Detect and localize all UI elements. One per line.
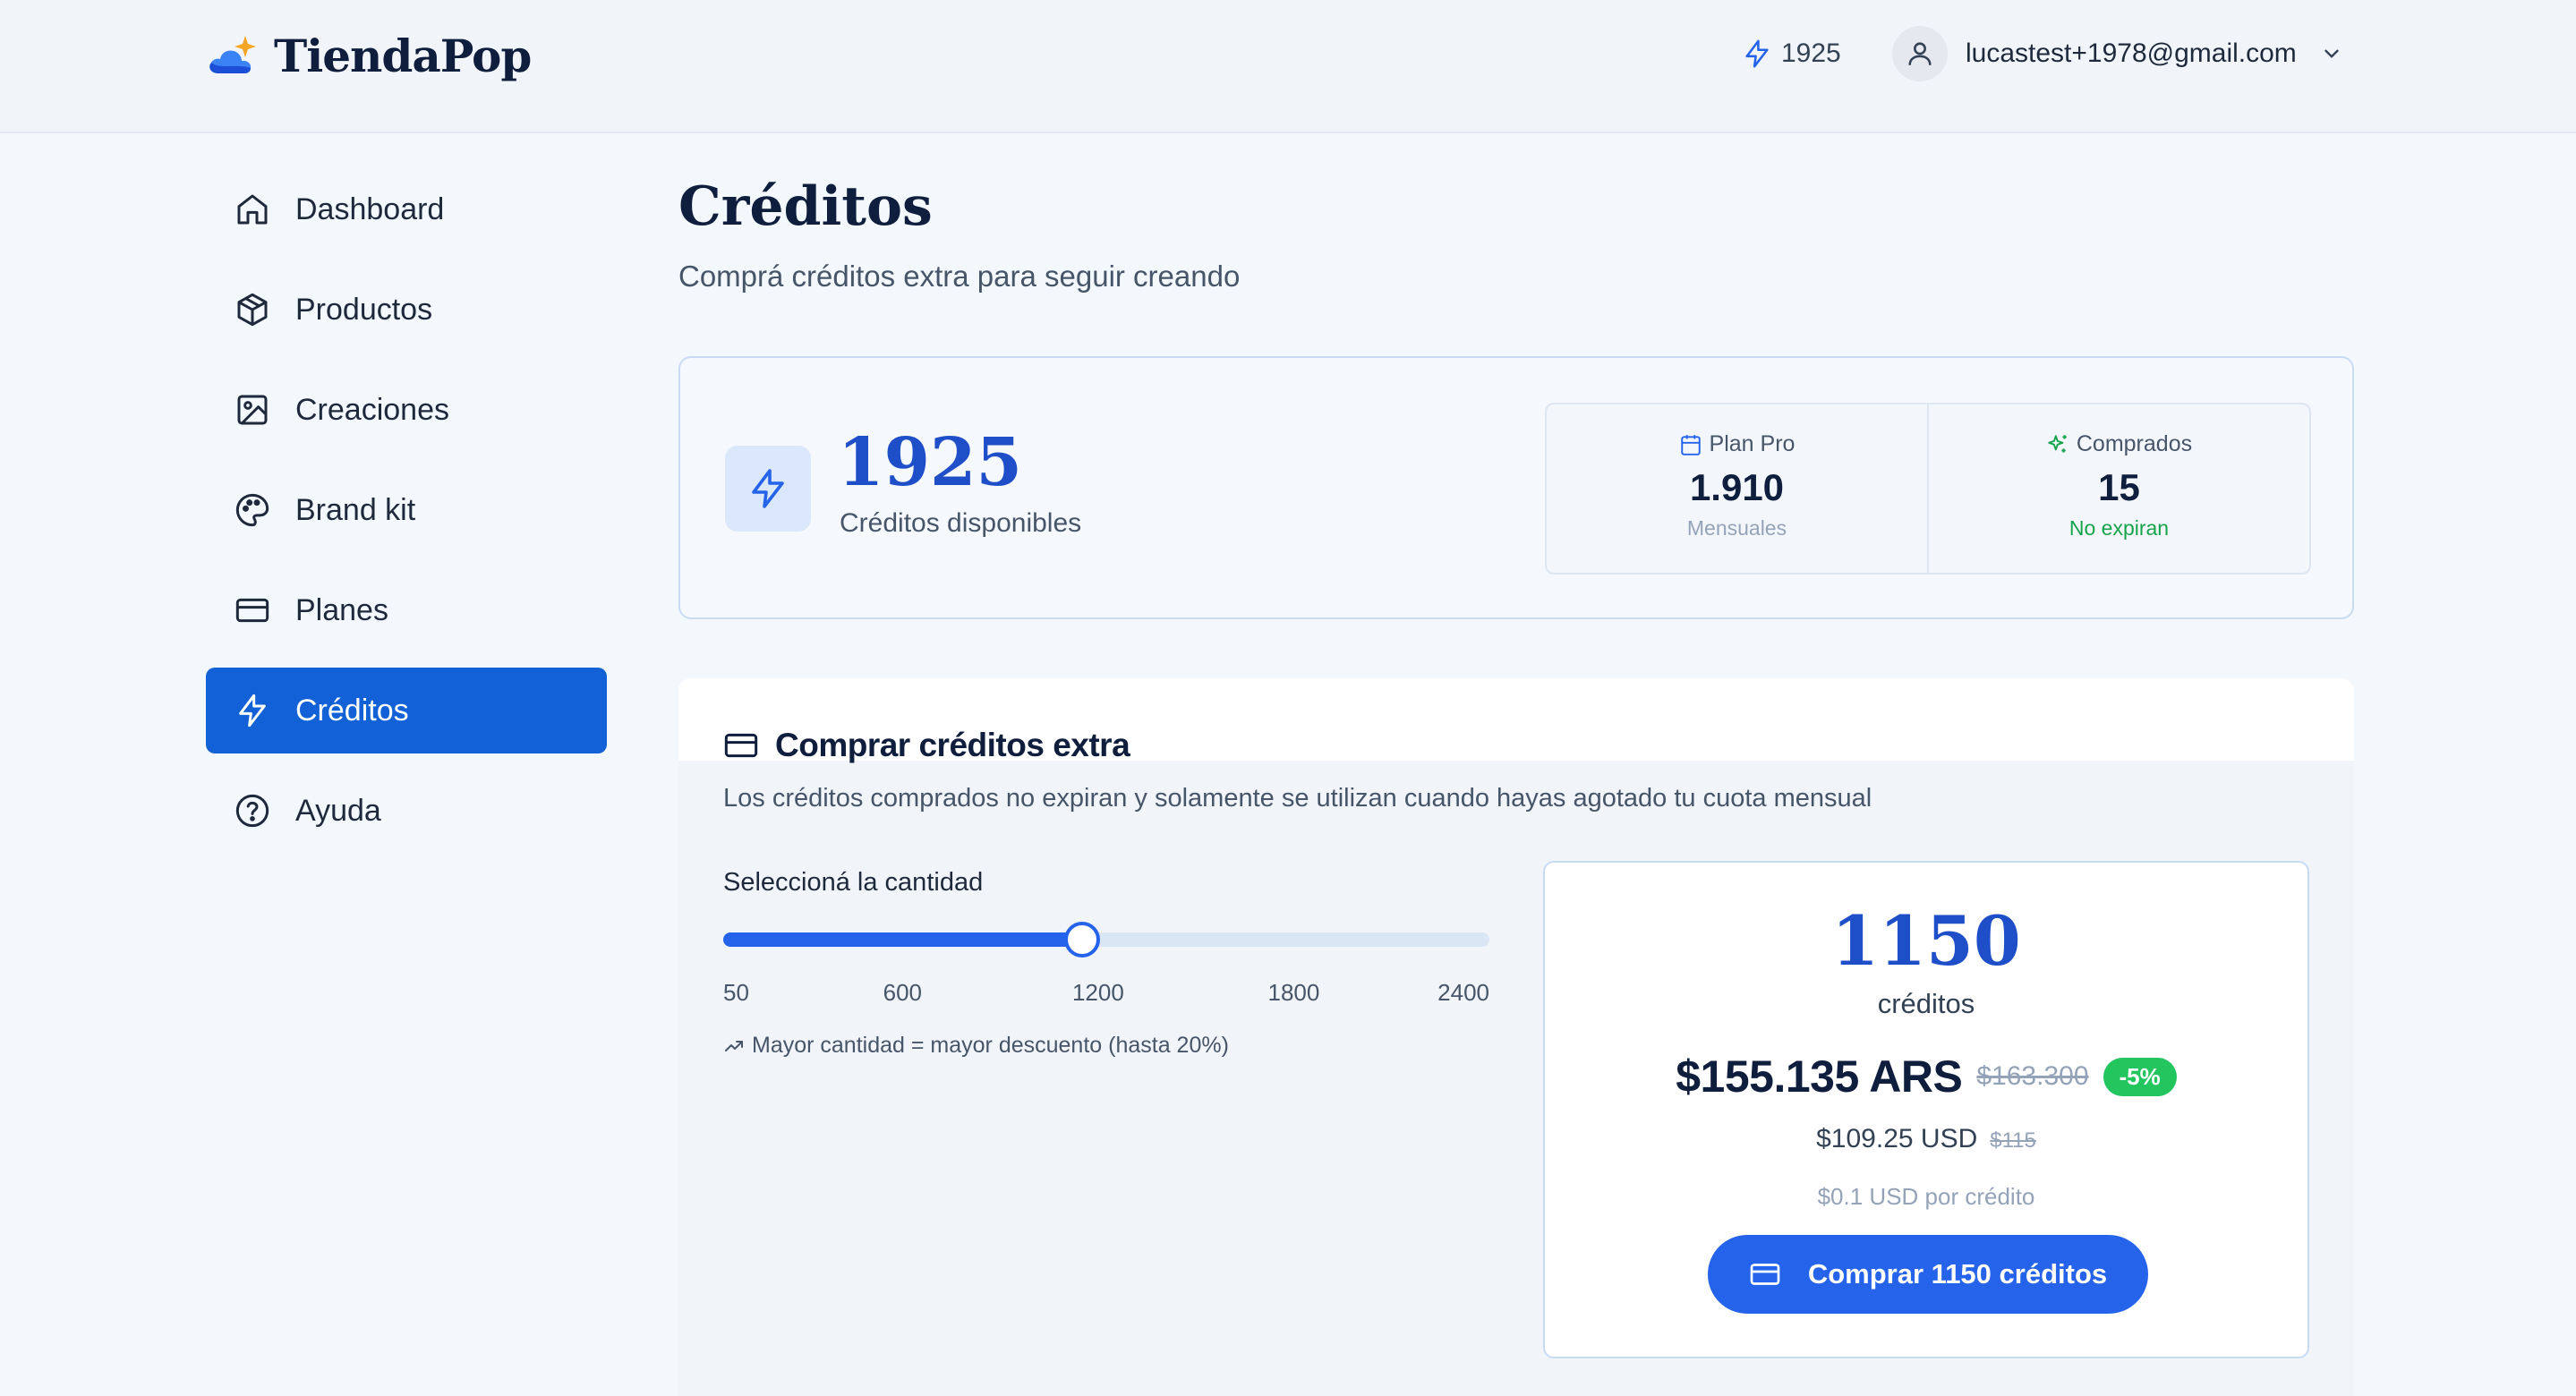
- buy-credits-card: Comprar créditos extra Los créditos comp…: [678, 678, 2354, 1396]
- slider-tick-label: 2400: [1437, 979, 1489, 1006]
- plan-label: Plan Pro: [1709, 431, 1796, 456]
- discount-hint: Mayor cantidad = mayor descuento (hasta …: [723, 1033, 1229, 1059]
- quantity-slider-fill: [723, 932, 1082, 947]
- discount-badge: -5%: [2103, 1057, 2177, 1096]
- price-row: $155.135 ARS $163.300 -5%: [1545, 1051, 2307, 1102]
- logo[interactable]: TiendaPop: [206, 29, 532, 82]
- discount-hint-text: Mayor cantidad = mayor descuento (hasta …: [752, 1033, 1229, 1058]
- selected-credits-unit: créditos: [1877, 988, 1975, 1019]
- image-icon: [237, 395, 268, 425]
- credit-card-icon: [1750, 1264, 1780, 1285]
- bolt-icon: [752, 469, 784, 508]
- stat-heading: Comprados: [1929, 431, 2309, 457]
- sidebar-item-label: Creaciones: [295, 392, 449, 427]
- price-ars: $155.135 ARS: [1676, 1051, 1963, 1102]
- sparkles-icon: [2048, 434, 2067, 453]
- selected-credits-amount: 1150: [1831, 901, 2021, 981]
- box-icon: [237, 293, 268, 327]
- purchased-credits-stat: Comprados 15 No expiran: [1927, 404, 2309, 573]
- usd-row: $109.25 USD $115: [1545, 1124, 2307, 1154]
- buy-credits-title: Comprar créditos extra: [723, 723, 1130, 768]
- buy-credits-button-label: Comprar 1150 créditos: [1807, 1258, 2108, 1290]
- logo-text: TiendaPop: [274, 29, 532, 82]
- sidebar-item-dashboard[interactable]: Dashboard: [206, 166, 607, 252]
- plan-credits-value: 1.910: [1689, 466, 1785, 508]
- sidebar-item-label: Productos: [295, 292, 433, 327]
- purchased-credits-value: 15: [2098, 466, 2140, 508]
- slider-tick-label: 600: [883, 979, 923, 1006]
- bolt-badge: [725, 446, 811, 532]
- credits-summary-card: 1925 Créditos disponibles Plan Pro 1.910…: [678, 356, 2354, 619]
- purchased-credits-note: No expiran: [2068, 516, 2170, 540]
- purchased-label: Comprados: [2076, 431, 2193, 456]
- bolt-icon: [1745, 39, 1769, 68]
- credit-card-icon: [724, 733, 758, 758]
- sidebar: Dashboard Productos Creaciones Brand kit…: [206, 166, 607, 868]
- header-credits-count: 1925: [1781, 38, 1841, 68]
- old-price-ars: $163.300: [1976, 1061, 2089, 1091]
- price-per-credit: $0.1 USD por crédito: [1817, 1183, 2035, 1210]
- user-menu-button[interactable]: lucastest+1978@gmail.com: [1892, 25, 2343, 82]
- cloud-sparkle-logo-icon: [209, 36, 256, 73]
- page-subtitle: Comprá créditos extra para seguir creand…: [678, 260, 1241, 293]
- credits-breakdown: Plan Pro 1.910 Mensuales Comprados 15 No…: [1545, 403, 2311, 575]
- sidebar-item-label: Créditos: [295, 693, 409, 728]
- plan-credits-note: Mensuales: [1686, 516, 1787, 540]
- help-circle-icon: [235, 794, 269, 828]
- calendar-icon: [1680, 434, 1701, 455]
- quantity-slider-track[interactable]: [723, 932, 1489, 947]
- slider-tick-label: 50: [723, 979, 749, 1006]
- sidebar-item-creaciones[interactable]: Creaciones: [206, 367, 607, 453]
- slider-tick-label: 1200: [1071, 979, 1124, 1006]
- slider-tick-labels: 50 600 1200 1800 2400: [723, 979, 1489, 1011]
- sidebar-item-label: Ayuda: [295, 793, 381, 828]
- sidebar-item-label: Brand kit: [295, 492, 416, 527]
- stat-heading: Plan Pro: [1547, 431, 1927, 457]
- home-icon: [237, 194, 268, 225]
- slider-tick-label: 1800: [1267, 979, 1320, 1006]
- sidebar-item-productos[interactable]: Productos: [206, 267, 607, 353]
- user-email: lucastest+1978@gmail.com: [1966, 38, 2297, 68]
- credit-card-icon: [235, 598, 269, 623]
- buy-credits-title-text: Comprar créditos extra: [775, 727, 1130, 763]
- chevron-down-icon: [2324, 49, 2339, 58]
- available-credits: 1925: [838, 424, 1022, 501]
- header-credits: 1925: [1742, 34, 1841, 73]
- buy-credits-button[interactable]: Comprar 1150 créditos: [1708, 1235, 2148, 1314]
- palette-icon: [235, 493, 269, 527]
- sidebar-item-creditos[interactable]: Créditos: [206, 668, 607, 753]
- page-title: Créditos: [678, 175, 933, 238]
- available-credits-label: Créditos disponibles: [840, 508, 1082, 538]
- plan-credits-stat: Plan Pro 1.910 Mensuales: [1547, 404, 1927, 573]
- price-usd: $109.25 USD: [1816, 1124, 1978, 1153]
- quantity-label: Seleccioná la cantidad: [723, 868, 984, 897]
- buy-credits-description: Los créditos comprados no expiran y sola…: [723, 784, 1872, 813]
- quantity-slider-thumb[interactable]: [1063, 922, 1100, 958]
- price-summary-panel: 1150 créditos $155.135 ARS $163.300 -5% …: [1543, 861, 2309, 1358]
- trending-up-icon: [725, 1040, 743, 1051]
- sidebar-item-label: Dashboard: [295, 192, 445, 226]
- sidebar-item-ayuda[interactable]: Ayuda: [206, 768, 607, 854]
- sidebar-item-label: Planes: [295, 592, 388, 627]
- user-icon: [1908, 42, 1932, 65]
- bolt-icon: [239, 694, 266, 728]
- top-header: TiendaPop 1925 lucastest+1978@gmail.com: [0, 0, 2576, 133]
- sidebar-item-brand-kit[interactable]: Brand kit: [206, 467, 607, 553]
- old-price-usd: $115: [1990, 1128, 2036, 1153]
- sidebar-item-planes[interactable]: Planes: [206, 567, 607, 653]
- avatar: [1892, 26, 1948, 81]
